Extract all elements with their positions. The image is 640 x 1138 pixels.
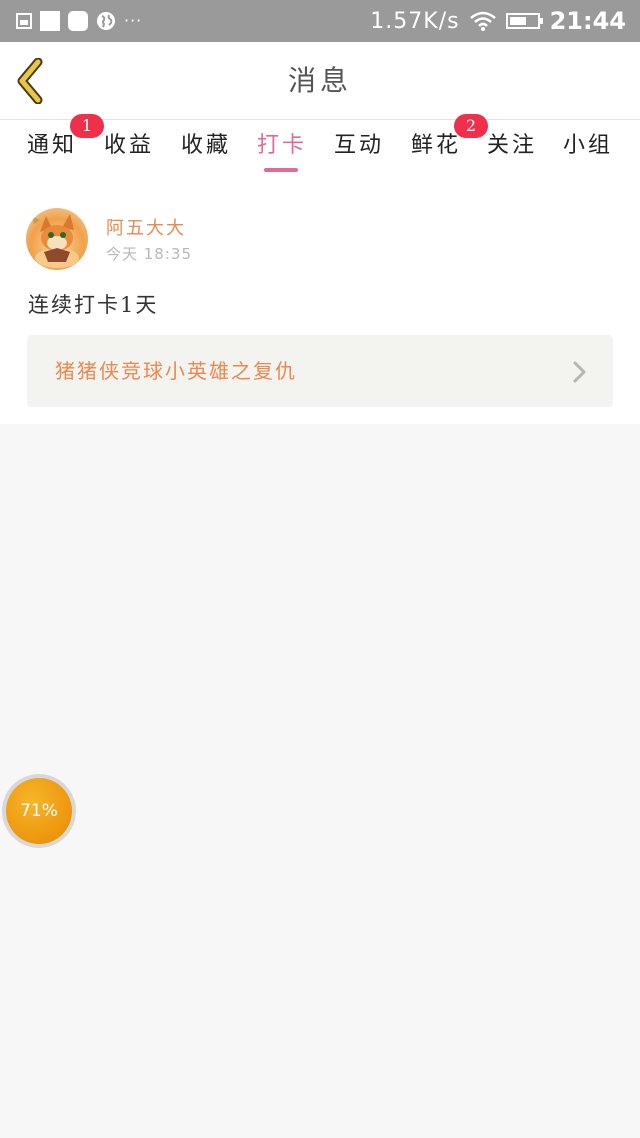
tab-label: 关注 (486, 133, 537, 158)
image-icon (16, 13, 32, 29)
chevron-right-icon (573, 361, 586, 383)
tab-groups[interactable]: 小组 (550, 120, 626, 176)
tab-bar: 通知 1 收益 收藏 打卡 互动 鲜花 2 关注 小组 (0, 114, 640, 176)
floating-memory-ball[interactable]: 71% (2, 774, 76, 848)
tab-label: 收藏 (180, 133, 231, 158)
tab-label: 小组 (562, 133, 613, 158)
tab-label: 互动 (333, 133, 384, 158)
tab-interaction[interactable]: 互动 (321, 120, 397, 176)
battery-icon (505, 13, 543, 29)
avatar[interactable] (26, 208, 88, 270)
rounded-square-icon (68, 11, 88, 31)
timestamp: 今天 18:35 (106, 245, 192, 263)
tab-following[interactable]: 关注 (474, 120, 550, 176)
game-link-card[interactable]: 猪猪侠竞球小英雄之复仇 (27, 335, 613, 407)
tab-flowers[interactable]: 鲜花 2 (398, 114, 488, 176)
status-bar-left: ··· (16, 9, 142, 33)
wifi-icon (469, 11, 496, 31)
clock: 21:44 (549, 7, 626, 35)
page-title: 消息 (287, 64, 352, 97)
square-icon (40, 11, 60, 31)
tab-earnings[interactable]: 收益 (91, 120, 167, 176)
network-speed: 1.57K/s (370, 8, 460, 34)
game-link-title: 猪猪侠竞球小英雄之复仇 (55, 359, 297, 383)
tab-label: 通知 (26, 133, 77, 158)
status-bar-right: 1.57K/s 21:44 (370, 6, 626, 36)
username[interactable]: 阿五大大 (106, 214, 186, 240)
globe-icon (97, 12, 115, 30)
tab-notifications[interactable]: 通知 1 (14, 114, 104, 176)
checkin-message: 连续打卡1天 (28, 293, 159, 317)
floating-ball-label: 71% (6, 778, 72, 844)
top-bar: 消息 (0, 42, 640, 120)
tab-favorites[interactable]: 收藏 (168, 120, 244, 176)
more-dots-icon: ··· (124, 11, 143, 30)
tab-label: 鲜花 (410, 133, 461, 158)
tab-label: 打卡 (256, 133, 307, 158)
message-item: 阿五大大 今天 18:35 连续打卡1天 猪猪侠竞球小英雄之复仇 (0, 176, 640, 424)
tab-label: 收益 (103, 133, 154, 158)
active-tab-indicator (264, 168, 298, 172)
cartoon-avatar-icon (32, 214, 79, 268)
status-bar: ··· 1.57K/s 21:44 (0, 0, 640, 42)
